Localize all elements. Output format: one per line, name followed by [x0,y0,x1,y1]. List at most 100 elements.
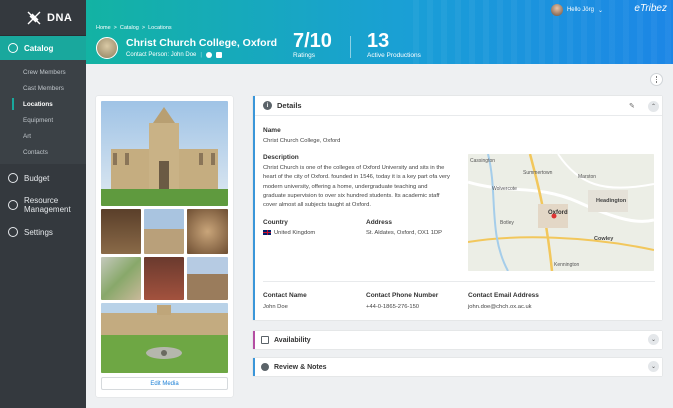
contact-person: Contact Person: John Doe | [126,52,222,58]
description-line: heart of the city of Oxford. founded in … [263,174,450,181]
nav-settings[interactable]: Settings [0,220,86,244]
location-avatar [96,37,118,59]
description-line: modern university, offering a home, unde… [263,183,428,190]
nav-catalog[interactable]: Catalog [0,36,86,60]
uk-flag-icon [263,229,271,235]
nav-budget[interactable]: Budget [0,166,86,190]
sidebar-item-locations[interactable]: Locations [0,96,86,112]
details-section: i Details ✎ ⌃ Name Christ Church College… [253,96,662,320]
contact-email-label: Contact Email Address [468,292,539,299]
info-icon: i [263,101,272,110]
user-greeting: Hello Jörg [566,7,594,13]
availability-panel[interactable]: Availability ⌄ [253,331,662,349]
productions-label: Active Productions [367,52,421,59]
more-options-button[interactable] [650,73,663,86]
dollar-icon [8,173,18,183]
breadcrumb-home[interactable]: Home [96,25,111,31]
details-title: Details [277,101,302,110]
page-title: Christ Church College, Oxford [126,37,278,49]
gallery-thumb[interactable] [144,209,184,254]
map-label: Marston [578,174,596,180]
contact-email-value: john.doe@chch.ox.ac.uk [468,304,532,310]
page-header: Home > Catalog > Locations Christ Church… [86,0,673,64]
name-label: Name [263,127,281,134]
nav-resource-label: Resource Management [24,196,71,214]
media-gallery: Edit Media [96,96,233,397]
contact-phone-label: Contact Phone Number [366,292,439,299]
gallery-thumb[interactable] [101,257,141,300]
dna-logo-icon [27,11,41,24]
chevron-down-icon: ⌄ [597,7,603,14]
chevron-up-icon[interactable]: ⌃ [648,101,659,112]
breadcrumb-catalog[interactable]: Catalog [120,25,139,31]
edit-pencil-icon[interactable]: ✎ [629,102,635,110]
map-label: Summertown [523,170,553,176]
location-map[interactable]: Cassington Summertown Marston Headington… [468,154,654,271]
availability-title: Availability [274,336,311,344]
address-value: St. Aldates, Oxford, OX1 1DP [366,230,443,236]
breadcrumb-separator: > [113,25,117,31]
country-text: United Kingdom [274,230,316,236]
description-line: graduate supervision to over six hundred… [263,192,440,199]
sidebar-item-crew-members[interactable]: Crew Members [0,64,86,80]
gallery-thumb[interactable] [101,209,141,254]
description-label: Description [263,154,299,161]
search-icon [8,43,18,53]
mail-icon[interactable] [215,52,222,58]
map-label: Botley [500,220,514,226]
map-label: Cassington [470,158,495,164]
gallery-thumb[interactable] [144,257,184,300]
gallery-thumb[interactable] [187,209,228,254]
contact-name-label: Contact Name [263,292,307,299]
calendar-icon [261,336,269,344]
sidebar-item-cast-members[interactable]: Cast Members [0,80,86,96]
user-menu[interactable]: Hello Jörg ⌄ [550,4,603,16]
gallery-thumb[interactable] [187,257,228,300]
ratings-value: 7/10 [293,30,332,52]
nav-resource-label-line2: Management [24,205,71,214]
stat-divider [350,36,351,58]
quad-photo[interactable] [101,303,228,373]
catalog-subnav: Crew Members Cast Members Locations Equi… [0,60,86,164]
chevron-down-icon[interactable]: ⌄ [648,334,659,345]
app-logo[interactable]: DNA [0,0,86,36]
review-title: Review & Notes [274,363,327,371]
nav-budget-label: Budget [24,173,50,183]
nav-settings-label: Settings [24,227,53,237]
contact-person-text: Contact Person: John Doe [126,52,197,58]
ratings-stat: 7/10 Ratings [293,31,332,59]
map-label: Cowley [594,236,614,242]
country-label: Country [263,219,288,226]
dot-icon [655,78,658,81]
productions-stat: 13 Active Productions [367,31,421,59]
dot-icon [655,76,658,78]
main-photo[interactable] [101,101,228,206]
sidebar-item-contacts[interactable]: Contacts [0,144,86,160]
edit-media-button[interactable]: Edit Media [101,377,228,390]
contact-name-value: John Doe [263,304,288,310]
nav-resource-management[interactable]: Resource Management [0,190,86,220]
breadcrumb: Home > Catalog > Locations [96,25,172,31]
sidebar-item-equipment[interactable]: Equipment [0,112,86,128]
address-label: Address [366,219,393,226]
nav-resource-label-line1: Resource [24,196,59,205]
details-header: i Details [255,96,662,116]
sidebar-item-art[interactable]: Art [0,128,86,144]
map-label: Wolvercote [492,186,517,192]
contact-phone-value: +44-0-1865-276-150 [366,304,420,310]
review-notes-panel[interactable]: Review & Notes ⌄ [253,358,662,376]
description-line: cover almost all subjects taught at Oxfo… [263,202,371,209]
description-value: Christ Church is one of the colleges of … [263,164,463,210]
nav-catalog-label: Catalog [24,43,54,53]
map-label: Kennington [554,262,580,268]
brand-logo[interactable]: eTribez [634,3,667,14]
breadcrumb-locations[interactable]: Locations [148,25,172,31]
sidebar: DNA Catalog Crew Members Cast Members Lo… [0,0,86,408]
phone-icon[interactable] [205,52,212,58]
divider [263,281,655,282]
ratings-label: Ratings [293,52,316,59]
app-name: DNA [47,11,73,24]
chevron-down-icon[interactable]: ⌄ [648,361,659,372]
user-avatar [550,4,563,16]
name-value: Christ Church College, Oxford [263,138,341,144]
